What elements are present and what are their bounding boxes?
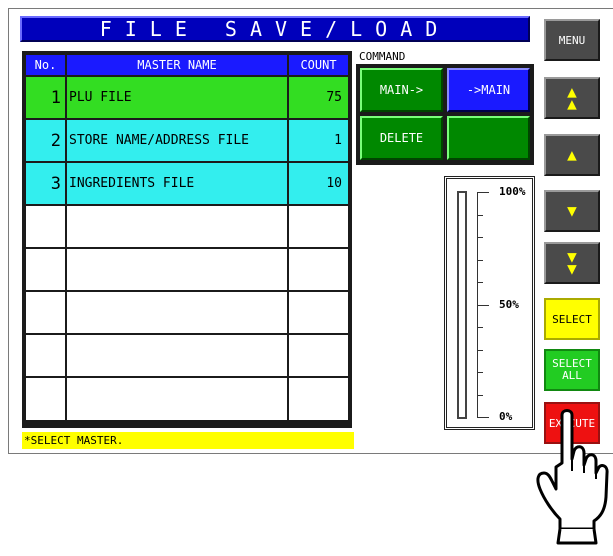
row-count: 1 (289, 120, 348, 161)
scroll-down-button[interactable]: ▼ (544, 190, 600, 232)
table-row-empty[interactable] (26, 292, 348, 333)
empty-command-button[interactable] (447, 116, 530, 160)
row-name: INGREDIENTS FILE (67, 163, 287, 204)
page-up-button[interactable]: ▲ ▲ (544, 77, 600, 119)
select-button[interactable]: SELECT (544, 298, 600, 340)
delete-button[interactable]: DELETE (360, 116, 443, 160)
row-name: STORE NAME/ADDRESS FILE (67, 120, 287, 161)
page-down-button[interactable]: ▼ ▼ (544, 242, 600, 284)
main-to-button[interactable]: MAIN-> (360, 68, 443, 112)
table-row-empty[interactable] (26, 378, 348, 420)
scroll-up-button[interactable]: ▲ (544, 134, 600, 176)
master-table: No. MASTER NAME COUNT 1 PLU FILE 75 2 ST… (22, 51, 352, 428)
table-row-empty[interactable] (26, 249, 348, 290)
gauge-label-50: 50% (499, 298, 519, 311)
gauge-label-100: 100% (499, 185, 526, 198)
table-row-empty[interactable] (26, 335, 348, 376)
status-message: *SELECT MASTER. (22, 432, 354, 449)
page-title: FILE SAVE/LOAD (20, 16, 530, 42)
select-all-label-2: ALL (562, 369, 582, 382)
header-master-name: MASTER NAME (67, 55, 287, 75)
table-row[interactable]: 2 STORE NAME/ADDRESS FILE 1 (26, 120, 348, 161)
row-no: 1 (26, 77, 65, 118)
up-arrow-icon: ▲ (567, 145, 577, 164)
gauge-label-0: 0% (499, 410, 513, 423)
header-no: No. (26, 55, 65, 75)
row-no: 3 (26, 163, 65, 204)
table-header: No. MASTER NAME COUNT (26, 55, 348, 75)
table-row[interactable]: 1 PLU FILE 75 (26, 77, 348, 118)
double-down-arrow-icon: ▼ ▼ (567, 247, 577, 278)
select-all-button[interactable]: SELECT ALL (544, 349, 600, 391)
gauge-tube (457, 191, 467, 419)
double-up-arrow-icon: ▲ ▲ (567, 82, 577, 113)
pointing-hand-icon (536, 409, 609, 545)
row-no: 2 (26, 120, 65, 161)
row-count: 10 (289, 163, 348, 204)
table-row[interactable]: 3 INGREDIENTS FILE 10 (26, 163, 348, 204)
row-count: 75 (289, 77, 348, 118)
table-row-empty[interactable] (26, 206, 348, 247)
command-panel: MAIN-> ->MAIN DELETE (356, 64, 534, 165)
progress-gauge: 100% 50% 0% (444, 176, 535, 430)
menu-button[interactable]: MENU (544, 19, 600, 61)
to-main-button[interactable]: ->MAIN (447, 68, 530, 112)
command-label: COMMAND (359, 50, 406, 63)
header-count: COUNT (289, 55, 348, 75)
down-arrow-icon: ▼ (567, 201, 577, 220)
row-name: PLU FILE (67, 77, 287, 118)
